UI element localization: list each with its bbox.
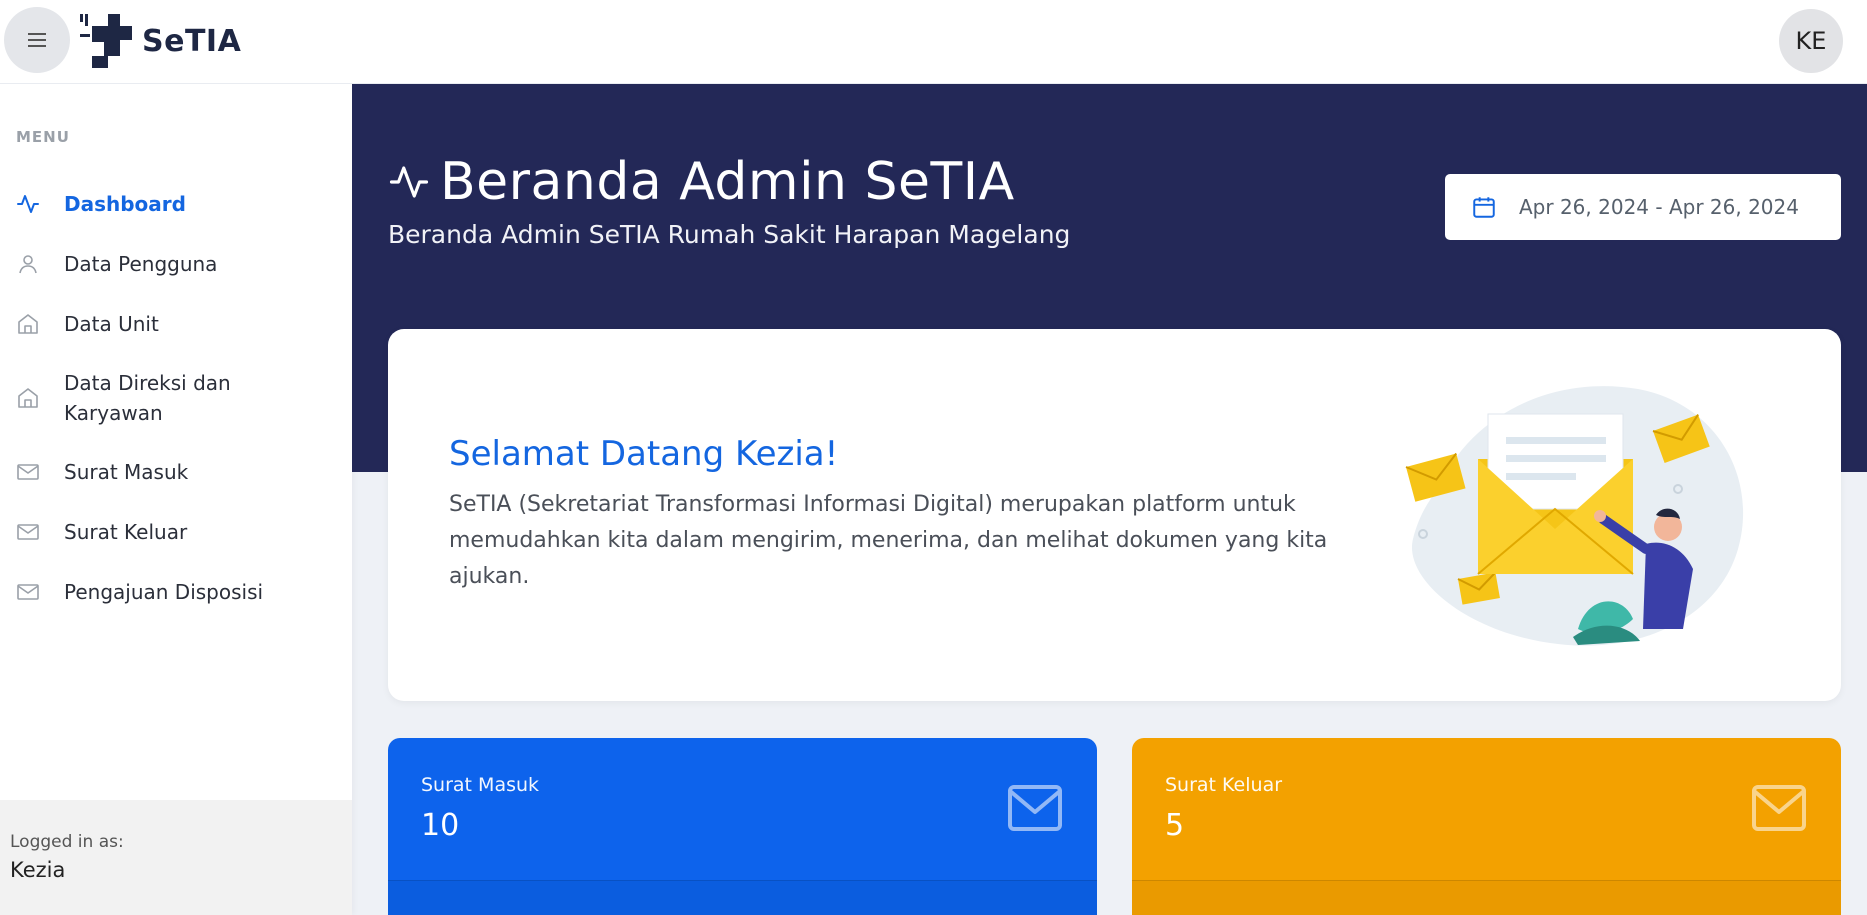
stat-card-surat-masuk[interactable]: Surat Masuk 10 [388, 738, 1097, 915]
sidebar-item-data-unit[interactable]: Data Unit [0, 294, 352, 354]
logged-in-label: Logged in as: [10, 832, 124, 852]
mail-icon [17, 584, 39, 600]
sidebar-item-data-pengguna[interactable]: Data Pengguna [0, 234, 352, 294]
activity-icon [17, 195, 39, 213]
mail-icon [1752, 785, 1806, 831]
page-subtitle: Beranda Admin SeTIA Rumah Sakit Harapan … [388, 220, 1071, 249]
calendar-icon [1473, 197, 1495, 218]
sidebar-item-label: Data Pengguna [64, 252, 218, 276]
page-title-text: Beranda Admin SeTIA [440, 152, 1015, 212]
mail-icon [1008, 785, 1062, 831]
activity-icon [389, 166, 429, 198]
sidebar-item-data-direksi[interactable]: Data Direksi dan Karyawan [0, 354, 352, 442]
sidebar-item-label: Data Unit [64, 312, 159, 336]
sidebar: MENU Dashboard Data Pengguna Data Unit D… [0, 84, 352, 915]
stat-card-surat-keluar[interactable]: Surat Keluar 5 [1132, 738, 1841, 915]
sidebar-item-label: Pengajuan Disposisi [64, 580, 264, 604]
mail-illustration [1405, 386, 1744, 646]
date-range-text: Apr 26, 2024 - Apr 26, 2024 [1519, 195, 1799, 219]
welcome-card: Selamat Datang Kezia! SeTIA (Sekretariat… [388, 329, 1841, 701]
sidebar-item-pengajuan-disposisi[interactable]: Pengajuan Disposisi [0, 562, 352, 622]
stat-value: 10 [421, 808, 460, 843]
stat-value: 5 [1165, 808, 1185, 843]
mail-icon [17, 464, 39, 480]
main-content: Beranda Admin SeTIA Beranda Admin SeTIA … [352, 84, 1867, 915]
sidebar-item-surat-masuk[interactable]: Surat Masuk [0, 442, 352, 502]
logged-in-panel: Logged in as: Kezia [0, 800, 352, 915]
stat-label: Surat Keluar [1165, 774, 1283, 796]
home-icon [18, 388, 38, 408]
page-title: Beranda Admin SeTIA [388, 152, 1015, 212]
date-range-picker[interactable]: Apr 26, 2024 - Apr 26, 2024 [1445, 174, 1841, 240]
sidebar-item-dashboard[interactable]: Dashboard [0, 174, 352, 234]
stat-label: Surat Masuk [421, 774, 540, 796]
welcome-title: Selamat Datang Kezia! [449, 434, 839, 474]
brand-name: SeTIA [142, 23, 242, 59]
welcome-description: SeTIA (Sekretariat Transformasi Informas… [449, 492, 1328, 589]
top-bar: SeTIA KE [0, 0, 1867, 84]
sidebar-nav: Dashboard Data Pengguna Data Unit Data D… [0, 174, 352, 622]
avatar[interactable]: KE [1779, 9, 1843, 73]
sidebar-item-label: Surat Keluar [64, 520, 188, 544]
stat-card-footer[interactable] [1132, 880, 1841, 915]
sidebar-item-label: Data Direksi dan Karyawan [64, 371, 231, 425]
setia-logo-icon [80, 14, 132, 68]
sidebar-item-surat-keluar[interactable]: Surat Keluar [0, 502, 352, 562]
stat-card-footer[interactable] [388, 880, 1097, 915]
mail-icon [17, 524, 39, 540]
home-icon [18, 314, 38, 334]
brand[interactable]: SeTIA [78, 12, 241, 70]
hamburger-icon [28, 33, 46, 47]
logged-in-user: Kezia [10, 858, 66, 882]
user-icon [19, 255, 37, 274]
menu-title: MENU [16, 128, 70, 146]
sidebar-item-label: Surat Masuk [64, 460, 189, 484]
sidebar-item-label: Dashboard [64, 192, 186, 216]
menu-toggle-button[interactable] [4, 7, 70, 73]
